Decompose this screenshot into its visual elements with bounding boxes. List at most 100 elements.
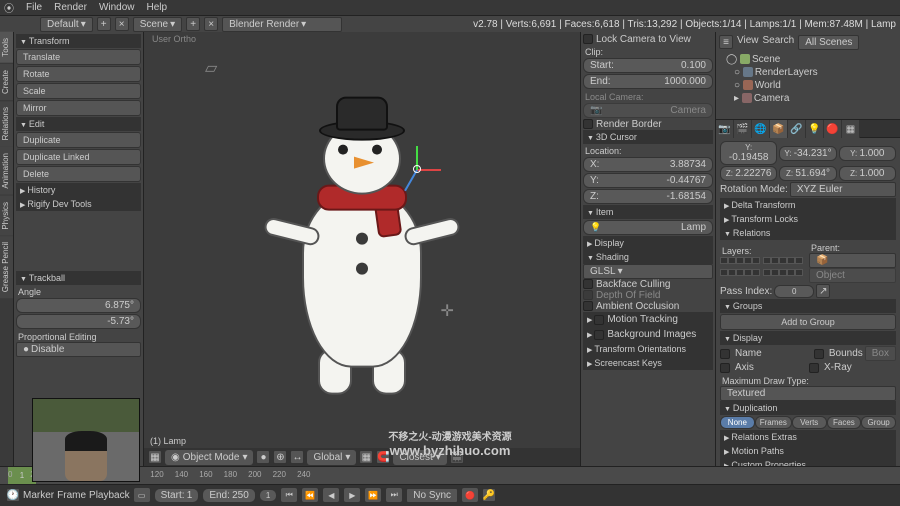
menu-render[interactable]: Render bbox=[54, 2, 87, 13]
tab-create[interactable]: Create bbox=[0, 64, 13, 100]
ao-checkbox[interactable] bbox=[583, 301, 593, 311]
range-toggle-icon[interactable]: ▭ bbox=[133, 487, 151, 503]
layers-grid[interactable] bbox=[720, 257, 803, 280]
tree-renderlayers[interactable]: ○ RenderLayers bbox=[722, 66, 898, 79]
display-header[interactable]: Display bbox=[583, 236, 713, 250]
history-header[interactable]: History bbox=[16, 183, 141, 197]
dup-group-button[interactable]: Group bbox=[861, 416, 896, 429]
play-icon[interactable]: ▶ bbox=[343, 487, 361, 503]
outliner-editor-icon[interactable]: ≡ bbox=[719, 35, 733, 49]
pass-index-field[interactable]: 0 bbox=[774, 285, 814, 298]
tab-object-icon[interactable]: 📦 bbox=[770, 120, 788, 138]
menu-frame[interactable]: Frame bbox=[57, 490, 86, 501]
menu-playback[interactable]: Playback bbox=[89, 490, 130, 501]
cursor-y-field[interactable]: Y:-0.44767 bbox=[583, 173, 713, 188]
lock-camera-checkbox[interactable] bbox=[583, 34, 593, 44]
start-frame-field[interactable]: Start: 1 bbox=[154, 488, 200, 503]
tab-scene-icon[interactable]: 🎬 bbox=[734, 120, 752, 138]
parent-type-dropdown[interactable]: Object bbox=[809, 268, 896, 283]
outliner-view[interactable]: View bbox=[737, 35, 759, 50]
remove-scene-button[interactable]: × bbox=[204, 17, 218, 31]
camera-icon[interactable]: ▱ bbox=[205, 58, 217, 78]
autokey-icon[interactable]: 🔴 bbox=[461, 487, 479, 503]
current-frame-field[interactable]: 1 bbox=[259, 489, 277, 502]
xray-checkbox[interactable] bbox=[809, 363, 819, 373]
tab-render-icon[interactable]: 📷 bbox=[716, 120, 734, 138]
menu-file[interactable]: File bbox=[26, 2, 42, 13]
scale-z-field[interactable]: Z: 1.000 bbox=[839, 166, 896, 181]
mode-dropdown[interactable]: ◉ Object Mode ▾ bbox=[165, 450, 253, 465]
render-preview-icon[interactable]: 🎬 bbox=[450, 450, 464, 464]
cursor-x-field[interactable]: X:3.88734 bbox=[583, 157, 713, 172]
render-border-checkbox[interactable] bbox=[583, 119, 593, 129]
bounds-checkbox[interactable] bbox=[814, 349, 824, 359]
display-header-2[interactable]: Display bbox=[720, 331, 896, 345]
glsl-dropdown[interactable]: GLSL ▾ bbox=[583, 264, 713, 279]
delete-button[interactable]: Delete bbox=[16, 166, 141, 182]
outliner-filter-dropdown[interactable]: All Scenes bbox=[798, 35, 859, 50]
bg-images-header[interactable]: Background Images bbox=[583, 327, 713, 342]
layers-icon[interactable]: ▦ bbox=[359, 450, 373, 464]
add-to-group-button[interactable]: Add to Group bbox=[720, 314, 896, 330]
cursor-z-field[interactable]: Z:-1.68154 bbox=[583, 189, 713, 204]
3d-viewport[interactable]: User Ortho ✛ ▱ (1) Lamp ▦ ◉ Object Mode … bbox=[144, 32, 580, 466]
timeline-editor-icon[interactable]: 🕐 bbox=[6, 488, 20, 502]
jump-end-icon[interactable]: ⏭ bbox=[385, 487, 403, 503]
scene-dropdown[interactable]: Scene ▾ bbox=[133, 17, 182, 32]
tree-scene[interactable]: ◯ Scene bbox=[722, 53, 898, 66]
camera-field[interactable]: 📷Camera bbox=[583, 103, 713, 118]
menu-marker[interactable]: Marker bbox=[23, 490, 54, 501]
rot-z-field[interactable]: Z: 51.694° bbox=[779, 166, 836, 181]
max-draw-dropdown[interactable]: Textured bbox=[720, 386, 896, 401]
play-reverse-icon[interactable]: ◀ bbox=[322, 487, 340, 503]
tab-relations[interactable]: Relations bbox=[0, 101, 13, 146]
relations-extras-header[interactable]: Relations Extras bbox=[720, 430, 896, 444]
tab-material-icon[interactable]: 🔴 bbox=[824, 120, 842, 138]
mirror-button[interactable]: Mirror bbox=[16, 100, 141, 116]
tree-camera[interactable]: ▸ Camera bbox=[722, 92, 898, 105]
translate-button[interactable]: Translate bbox=[16, 49, 141, 65]
rot-y-field[interactable]: Y: -34.231° bbox=[779, 146, 836, 161]
loc-z-field[interactable]: Z: 2.22276 bbox=[720, 166, 777, 181]
transform-manipulator[interactable] bbox=[397, 149, 437, 189]
cursor-header[interactable]: 3D Cursor bbox=[583, 130, 713, 144]
tab-animation[interactable]: Animation bbox=[0, 147, 13, 195]
item-header[interactable]: Item bbox=[583, 205, 713, 219]
edit-header[interactable]: Edit bbox=[16, 117, 141, 131]
add-scene-button[interactable]: + bbox=[186, 17, 200, 31]
tab-texture-icon[interactable]: ▦ bbox=[842, 120, 860, 138]
clip-start-field[interactable]: Start:0.100 bbox=[583, 58, 713, 73]
relations-header[interactable]: Relations bbox=[720, 226, 896, 240]
screen-layout-dropdown[interactable]: Default ▾ bbox=[40, 17, 93, 32]
viewport-shading-icon[interactable]: ● bbox=[256, 450, 270, 464]
sync-dropdown[interactable]: No Sync bbox=[406, 488, 458, 503]
remove-layout-button[interactable]: × bbox=[115, 17, 129, 31]
key-insert-icon[interactable]: 🔑 bbox=[482, 488, 496, 502]
duplication-header[interactable]: Duplication bbox=[720, 401, 896, 415]
outliner-search[interactable]: Search bbox=[763, 35, 795, 50]
shading-header[interactable]: Shading bbox=[583, 250, 713, 264]
dup-faces-button[interactable]: Faces bbox=[827, 416, 862, 429]
dof-checkbox[interactable] bbox=[583, 290, 593, 300]
duplicate-linked-button[interactable]: Duplicate Linked bbox=[16, 149, 141, 165]
tab-grease-pencil[interactable]: Grease Pencil bbox=[0, 236, 13, 298]
tree-world[interactable]: ○ World bbox=[722, 79, 898, 92]
motion-paths-header[interactable]: Motion Paths bbox=[720, 444, 896, 458]
prop-edit-dropdown[interactable]: ● Disable bbox=[16, 342, 141, 357]
editor-type-icon[interactable]: ▦ bbox=[148, 450, 162, 464]
angle-field-2[interactable]: -5.73° bbox=[16, 314, 141, 329]
keyframe-prev-icon[interactable]: ⏪ bbox=[301, 487, 319, 503]
dup-none-button[interactable]: None bbox=[720, 416, 755, 429]
rotate-button[interactable]: Rotate bbox=[16, 66, 141, 82]
scale-button[interactable]: Scale bbox=[16, 83, 141, 99]
tab-world-icon[interactable]: 🌐 bbox=[752, 120, 770, 138]
keyframe-next-icon[interactable]: ⏩ bbox=[364, 487, 382, 503]
add-layout-button[interactable]: + bbox=[97, 17, 111, 31]
screencast-header[interactable]: Screencast Keys bbox=[583, 356, 713, 370]
backface-checkbox[interactable] bbox=[583, 279, 593, 289]
jump-start-icon[interactable]: ⏮ bbox=[280, 487, 298, 503]
motion-tracking-header[interactable]: Motion Tracking bbox=[583, 312, 713, 327]
transform-header[interactable]: Transform bbox=[16, 34, 141, 48]
rigify-header[interactable]: Rigify Dev Tools bbox=[16, 197, 141, 211]
end-frame-field[interactable]: End: 250 bbox=[202, 488, 256, 503]
